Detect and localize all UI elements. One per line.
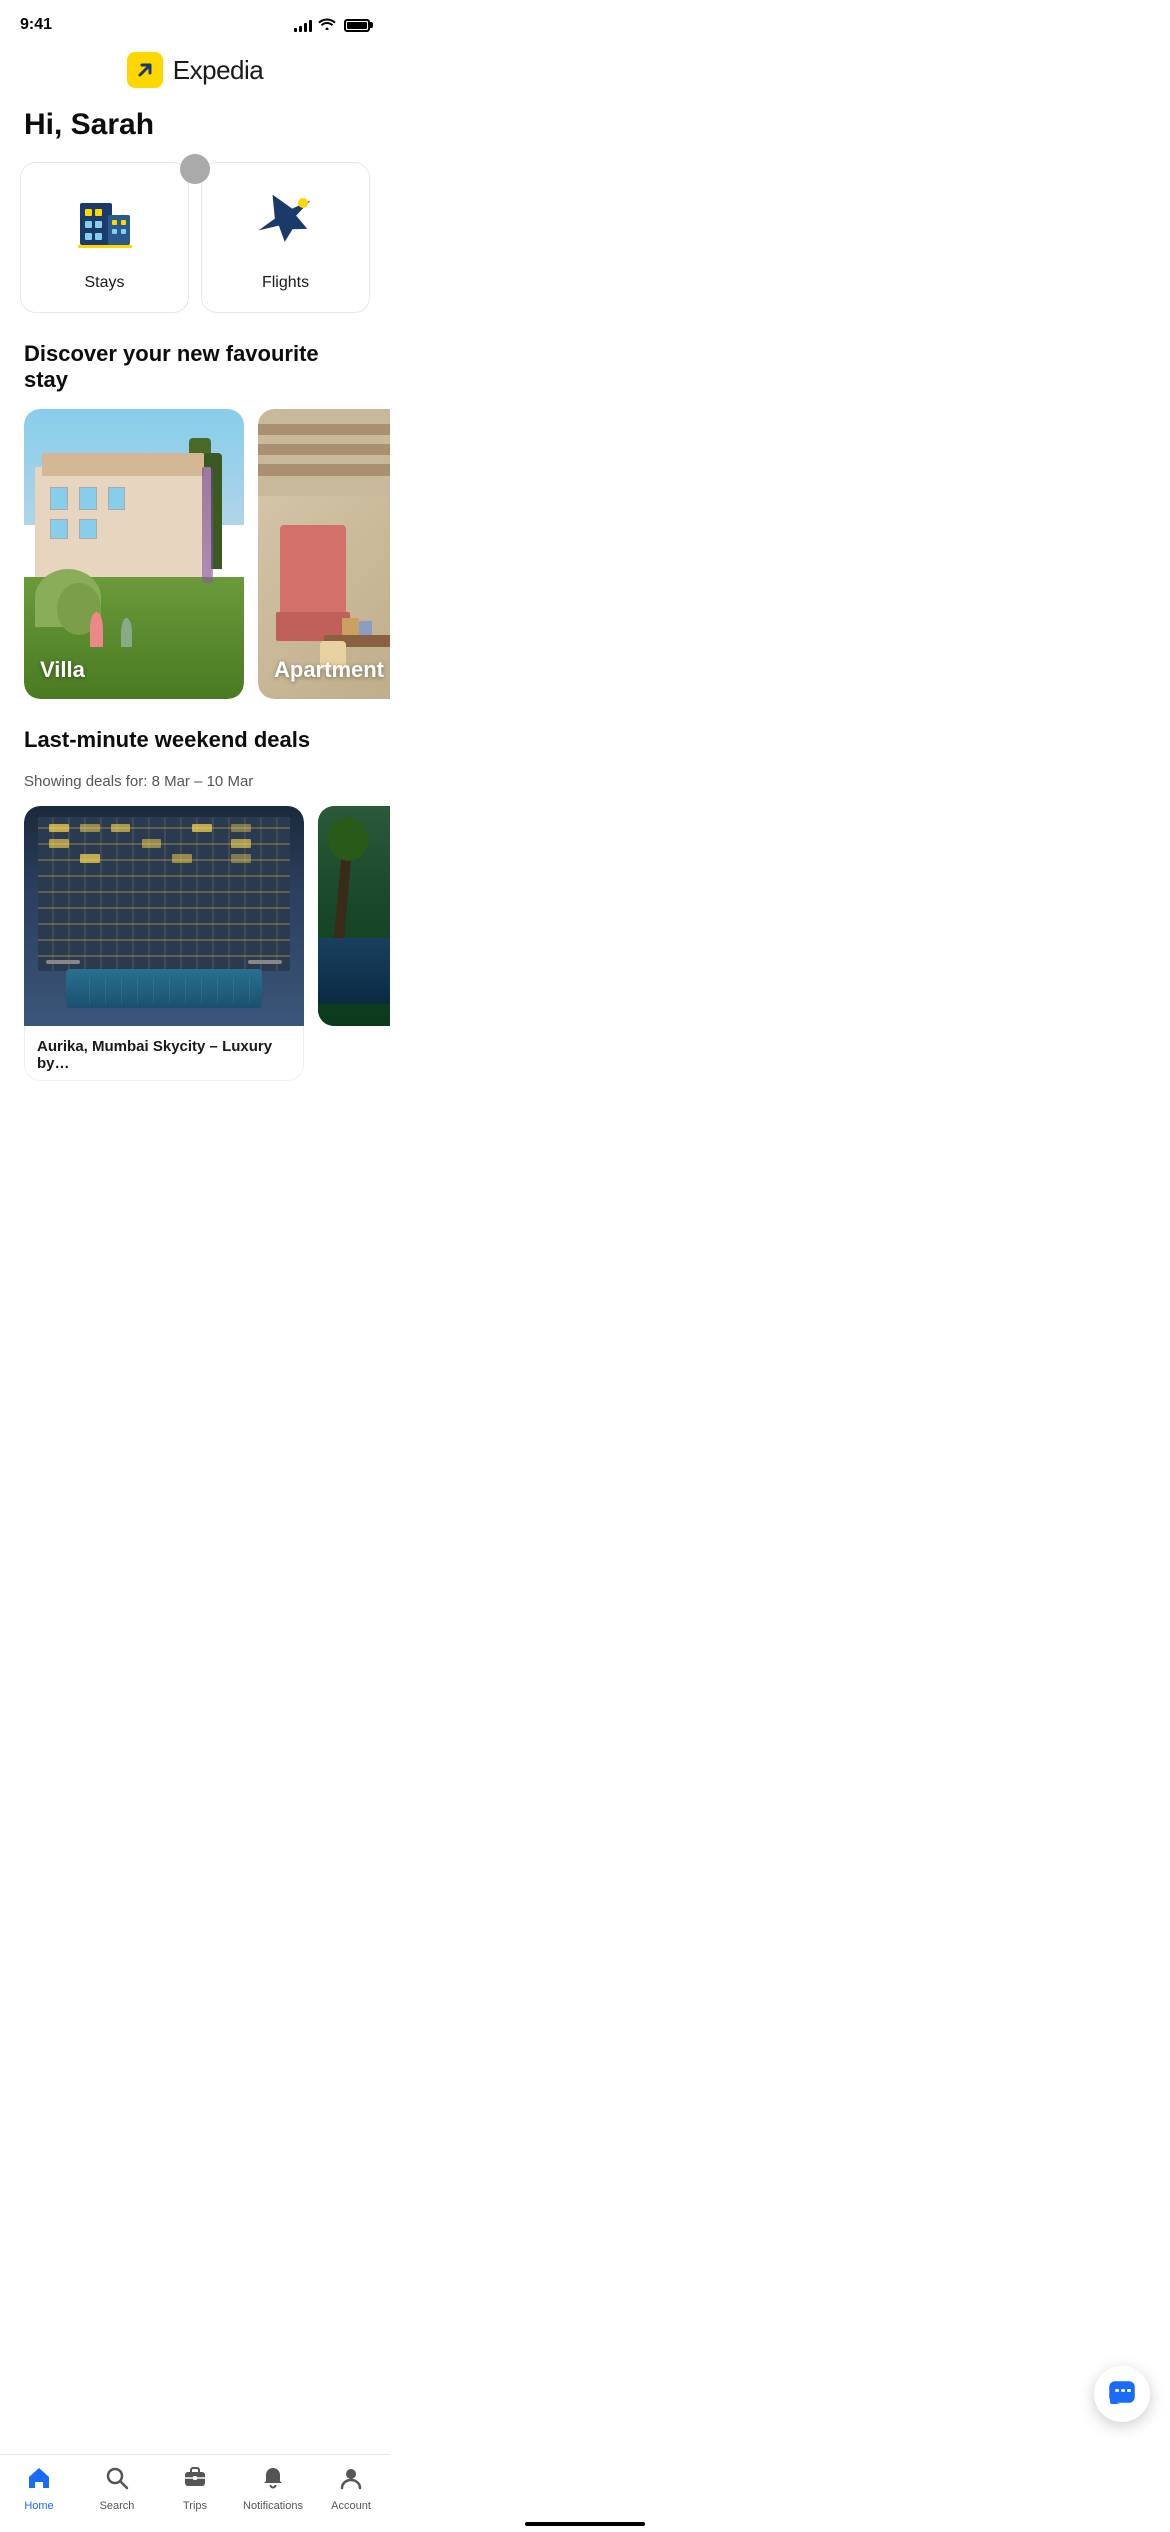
nav-search[interactable]: Search — [87, 2465, 147, 2512]
flights-icon — [251, 183, 321, 262]
notifications-icon — [260, 2465, 286, 2496]
nav-notifications[interactable]: Notifications — [243, 2465, 303, 2512]
property-card-villa[interactable]: Villa — [24, 409, 244, 699]
status-time: 9:41 — [20, 16, 52, 34]
deal-card-partial[interactable] — [318, 806, 390, 1081]
nav-notifications-label: Notifications — [243, 2500, 303, 2512]
stays-icon — [70, 183, 140, 262]
battery-icon — [344, 19, 370, 32]
nav-search-label: Search — [100, 2500, 135, 2512]
status-icons — [294, 16, 370, 35]
nav-account-label: Account — [331, 2500, 371, 2512]
expedia-logo — [127, 52, 163, 88]
account-icon — [338, 2465, 364, 2496]
app-name: Expedia — [173, 55, 263, 86]
home-indicator — [525, 2522, 645, 2526]
property-type-list[interactable]: Villa — [0, 409, 390, 699]
nav-home-label: Home — [24, 2500, 53, 2512]
nav-trips[interactable]: Trips — [165, 2465, 225, 2512]
nav-home[interactable]: Home — [9, 2465, 69, 2512]
trips-icon — [182, 2465, 208, 2496]
search-icon — [104, 2465, 130, 2496]
category-flights[interactable]: Flights — [201, 162, 370, 313]
nav-trips-label: Trips — [183, 2500, 207, 2512]
category-stays[interactable]: Stays — [20, 162, 189, 313]
flights-label: Flights — [262, 274, 309, 292]
discover-section-title: Discover your new favourite stay — [0, 313, 390, 409]
deal-card-mumbai[interactable]: Aurika, Mumbai Skycity – Luxury by… — [24, 806, 304, 1081]
category-cards: Stays Flights — [20, 162, 370, 313]
home-icon — [26, 2465, 52, 2496]
scroll-indicator — [180, 154, 210, 184]
stays-label: Stays — [84, 274, 124, 292]
deals-section-title: Last-minute weekend deals — [0, 699, 390, 769]
nav-account[interactable]: Account — [321, 2465, 381, 2512]
deals-list[interactable]: Aurika, Mumbai Skycity – Luxury by… — [0, 806, 390, 1081]
bottom-navigation: Home Search Trips Notifica — [0, 2454, 390, 2532]
category-section: Stays Flights — [0, 162, 390, 313]
chat-button[interactable] — [1094, 2366, 1150, 2422]
app-header: Expedia — [0, 44, 390, 100]
villa-label: Villa — [40, 657, 85, 683]
greeting-text: Hi, Sarah — [0, 100, 390, 162]
apartment-label: Apartment — [274, 657, 384, 683]
signal-icon — [294, 18, 312, 32]
wifi-icon — [318, 16, 336, 35]
property-card-apartment[interactable]: Apartment — [258, 409, 390, 699]
deal-name-mumbai: Aurika, Mumbai Skycity – Luxury by… — [24, 1026, 304, 1081]
status-bar: 9:41 — [0, 0, 390, 44]
deals-subtitle: Showing deals for: 8 Mar – 10 Mar — [0, 769, 390, 806]
